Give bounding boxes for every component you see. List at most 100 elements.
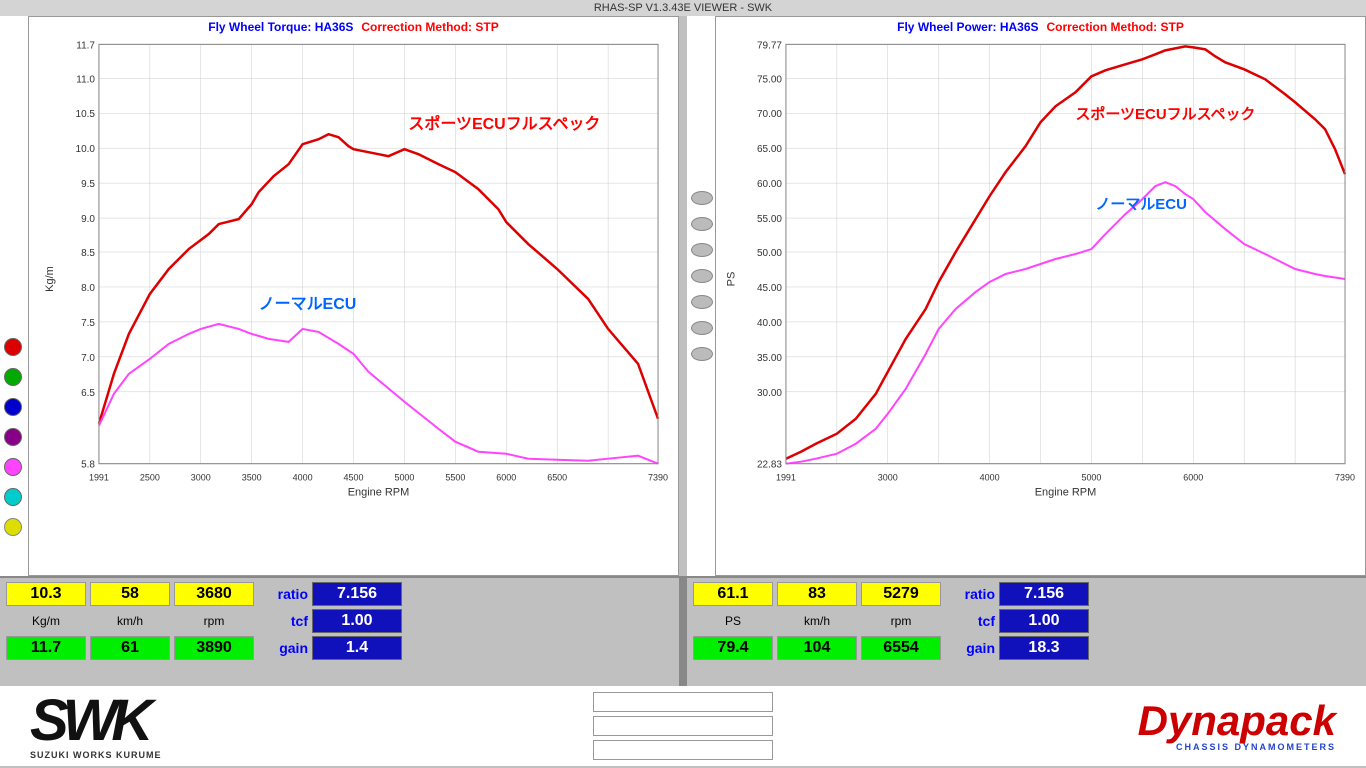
right-chart: Fly Wheel Power: HA36S Correction Method… bbox=[715, 16, 1366, 576]
svg-text:10.0: 10.0 bbox=[76, 144, 96, 155]
left-max1: 11.7 bbox=[6, 636, 86, 660]
left-tcf-label: tcf bbox=[258, 613, 308, 629]
left-gain-label: gain bbox=[258, 640, 308, 656]
svg-text:79.77: 79.77 bbox=[757, 40, 782, 51]
svg-text:7390: 7390 bbox=[648, 473, 668, 483]
svg-text:8.0: 8.0 bbox=[81, 283, 95, 294]
svg-text:4000: 4000 bbox=[293, 473, 313, 483]
svg-text:11.0: 11.0 bbox=[76, 74, 95, 85]
legend-yellow bbox=[4, 518, 22, 536]
left-max2: 61 bbox=[90, 636, 170, 660]
legend-red bbox=[4, 338, 22, 356]
right-unit1: PS bbox=[693, 614, 773, 628]
svg-text:7390: 7390 bbox=[1335, 473, 1355, 483]
footer-input-1[interactable] bbox=[593, 692, 773, 712]
legend-oval-5 bbox=[691, 295, 713, 309]
legend-green bbox=[4, 368, 22, 386]
legend-magenta bbox=[4, 458, 22, 476]
svg-text:1991: 1991 bbox=[776, 473, 796, 483]
svg-text:5.8: 5.8 bbox=[81, 460, 95, 471]
left-chart: Fly Wheel Torque: HA36S Correction Metho… bbox=[28, 16, 679, 576]
svg-text:11.7: 11.7 bbox=[76, 40, 95, 51]
footer-input-2[interactable] bbox=[593, 716, 773, 736]
svg-text:40.00: 40.00 bbox=[757, 318, 782, 329]
right-val3: 5279 bbox=[861, 582, 941, 606]
svg-text:Engine RPM: Engine RPM bbox=[348, 487, 410, 499]
svg-text:ノーマルECU: ノーマルECU bbox=[1095, 196, 1186, 213]
svg-text:45.00: 45.00 bbox=[757, 283, 782, 294]
right-max2: 104 bbox=[777, 636, 857, 660]
right-val2: 83 bbox=[777, 582, 857, 606]
svg-text:75.00: 75.00 bbox=[757, 74, 782, 85]
svg-text:5500: 5500 bbox=[445, 473, 465, 483]
left-data-panel: 10.3 58 3680 ratio 7.156 Kg/m km/h rpm t… bbox=[0, 578, 679, 686]
svg-text:3500: 3500 bbox=[242, 473, 262, 483]
svg-text:8.5: 8.5 bbox=[81, 248, 95, 259]
right-data-panel: 61.1 83 5279 ratio 7.156 PS km/h rpm tcf… bbox=[687, 578, 1366, 686]
right-legend bbox=[687, 16, 715, 576]
legend-purple bbox=[4, 428, 22, 446]
legend-cyan bbox=[4, 488, 22, 506]
right-chart-title1: Fly Wheel Power: HA36S bbox=[897, 20, 1038, 34]
right-y-axis-label: PS bbox=[725, 272, 737, 287]
legend-oval-2 bbox=[691, 217, 713, 231]
left-val1: 10.3 bbox=[6, 582, 86, 606]
svg-text:35.00: 35.00 bbox=[757, 353, 782, 364]
legend-blue bbox=[4, 398, 22, 416]
left-gain-val: 1.4 bbox=[312, 636, 402, 660]
svg-text:7.0: 7.0 bbox=[81, 353, 95, 364]
left-unit3: rpm bbox=[174, 614, 254, 628]
dynapack-logo: Dynapack bbox=[1138, 700, 1336, 742]
svg-text:10.5: 10.5 bbox=[76, 109, 96, 120]
right-ratio-label: ratio bbox=[945, 586, 995, 602]
right-chart-svg: 79.77 75.00 70.00 65.00 60.00 55.00 50.0… bbox=[746, 34, 1365, 504]
svg-text:6000: 6000 bbox=[1183, 473, 1203, 483]
legend-oval-4 bbox=[691, 269, 713, 283]
svg-text:5000: 5000 bbox=[1081, 473, 1101, 483]
svg-text:6000: 6000 bbox=[496, 473, 516, 483]
left-val3: 3680 bbox=[174, 582, 254, 606]
svg-text:Engine RPM: Engine RPM bbox=[1035, 487, 1097, 499]
legend-oval-7 bbox=[691, 347, 713, 361]
dynapack-subtitle: CHASSIS DYNAMOMETERS bbox=[1176, 742, 1336, 752]
right-max3: 6554 bbox=[861, 636, 941, 660]
right-chart-title2: Correction Method: STP bbox=[1047, 20, 1184, 34]
svg-text:9.0: 9.0 bbox=[81, 214, 95, 225]
right-ratio-val: 7.156 bbox=[999, 582, 1089, 606]
right-unit2: km/h bbox=[777, 614, 857, 628]
left-chart-title2: Correction Method: STP bbox=[361, 20, 498, 34]
svg-text:7.5: 7.5 bbox=[81, 318, 95, 329]
footer: SWK SUZUKI WORKS KURUME Dynapack CHASSIS… bbox=[0, 686, 1366, 766]
svg-text:3000: 3000 bbox=[878, 473, 898, 483]
app-title: RHAS-SP V1.3.43E VIEWER - SWK bbox=[594, 2, 772, 14]
swk-logo: SWK bbox=[30, 692, 147, 750]
svg-text:スポーツECUフルスペック: スポーツECUフルスペック bbox=[1075, 105, 1255, 123]
left-unit2: km/h bbox=[90, 614, 170, 628]
legend-oval-3 bbox=[691, 243, 713, 257]
left-ratio-val: 7.156 bbox=[312, 582, 402, 606]
left-chart-title1: Fly Wheel Torque: HA36S bbox=[208, 20, 353, 34]
right-tcf-label: tcf bbox=[945, 613, 995, 629]
right-gain-label: gain bbox=[945, 640, 995, 656]
svg-text:9.5: 9.5 bbox=[81, 179, 95, 190]
right-tcf-val: 1.00 bbox=[999, 609, 1089, 633]
left-y-axis-label: Kg/m bbox=[44, 266, 56, 292]
svg-text:1991: 1991 bbox=[89, 473, 109, 483]
left-val2: 58 bbox=[90, 582, 170, 606]
svg-text:22.83: 22.83 bbox=[757, 460, 782, 471]
right-gain-val: 18.3 bbox=[999, 636, 1089, 660]
title-bar: RHAS-SP V1.3.43E VIEWER - SWK bbox=[0, 0, 1366, 16]
left-max3: 3890 bbox=[174, 636, 254, 660]
svg-text:ノーマルECU: ノーマルECU bbox=[259, 296, 357, 313]
svg-text:60.00: 60.00 bbox=[757, 179, 782, 190]
right-max1: 79.4 bbox=[693, 636, 773, 660]
svg-text:55.00: 55.00 bbox=[757, 214, 782, 225]
svg-text:3000: 3000 bbox=[191, 473, 211, 483]
footer-center bbox=[583, 692, 783, 760]
left-legend bbox=[0, 16, 28, 576]
svg-text:30.00: 30.00 bbox=[757, 388, 782, 399]
footer-input-3[interactable] bbox=[593, 740, 773, 760]
left-tcf-val: 1.00 bbox=[312, 609, 402, 633]
svg-text:5000: 5000 bbox=[394, 473, 414, 483]
swk-subtitle: SUZUKI WORKS KURUME bbox=[30, 750, 162, 760]
